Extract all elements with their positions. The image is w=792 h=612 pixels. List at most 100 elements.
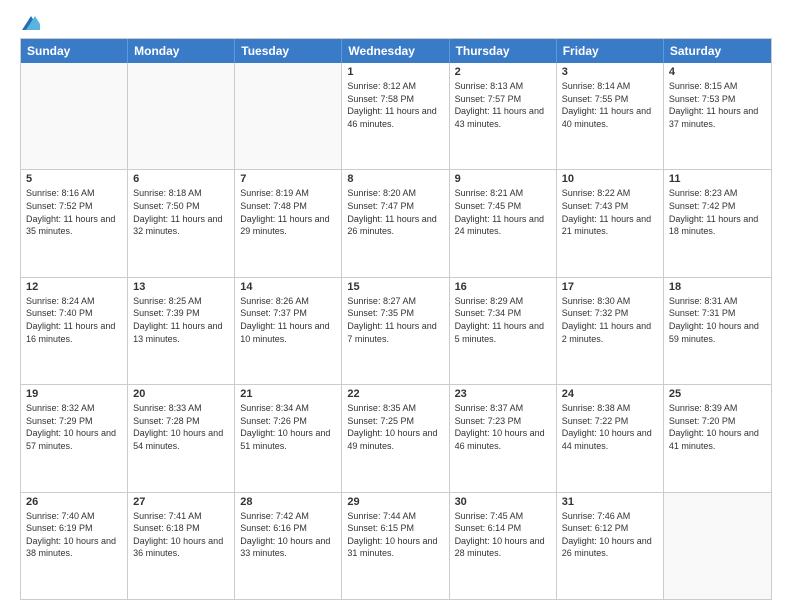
day-info: Sunrise: 7:42 AM Sunset: 6:16 PM Dayligh… [240,510,336,560]
calendar-body: 1Sunrise: 8:12 AM Sunset: 7:58 PM Daylig… [21,63,771,599]
cal-cell-day-18: 18 Sunrise: 8:31 AM Sunset: 7:31 PM Dayli… [664,278,771,384]
cal-cell-day-16: 16 Sunrise: 8:29 AM Sunset: 7:34 PM Dayli… [450,278,557,384]
day-info: Sunrise: 8:15 AM Sunset: 7:53 PM Dayligh… [669,80,766,130]
cal-cell-day-17: 17 Sunrise: 8:30 AM Sunset: 7:32 PM Dayli… [557,278,664,384]
day-info: Sunrise: 8:27 AM Sunset: 7:35 PM Dayligh… [347,295,443,345]
day-info: Sunrise: 8:39 AM Sunset: 7:20 PM Dayligh… [669,402,766,452]
day-number: 8 [347,173,443,185]
day-info: Sunrise: 8:14 AM Sunset: 7:55 PM Dayligh… [562,80,658,130]
cal-cell-day-15: 15 Sunrise: 8:27 AM Sunset: 7:35 PM Dayli… [342,278,449,384]
cal-row-4: 26 Sunrise: 7:40 AM Sunset: 6:19 PM Dayli… [21,492,771,599]
cal-cell-day-8: 8 Sunrise: 8:20 AM Sunset: 7:47 PM Daylig… [342,170,449,276]
day-number: 21 [240,388,336,400]
day-number: 26 [26,496,122,508]
day-number: 20 [133,388,229,400]
cal-cell-day-26: 26 Sunrise: 7:40 AM Sunset: 6:19 PM Dayli… [21,493,128,599]
cal-cell-day-14: 14 Sunrise: 8:26 AM Sunset: 7:37 PM Dayli… [235,278,342,384]
page: SundayMondayTuesdayWednesdayThursdayFrid… [0,0,792,612]
cal-cell-day-1: 1Sunrise: 8:12 AM Sunset: 7:58 PM Daylig… [342,63,449,169]
cal-cell-day-30: 30 Sunrise: 7:45 AM Sunset: 6:14 PM Dayli… [450,493,557,599]
day-number: 17 [562,281,658,293]
day-info: Sunrise: 7:46 AM Sunset: 6:12 PM Dayligh… [562,510,658,560]
day-number: 12 [26,281,122,293]
day-info: Sunrise: 8:19 AM Sunset: 7:48 PM Dayligh… [240,187,336,237]
cal-row-0: 1Sunrise: 8:12 AM Sunset: 7:58 PM Daylig… [21,63,771,169]
cal-header-monday: Monday [128,39,235,63]
cal-cell-day-10: 10 Sunrise: 8:22 AM Sunset: 7:43 PM Dayli… [557,170,664,276]
day-number: 24 [562,388,658,400]
cal-cell-day-9: 9 Sunrise: 8:21 AM Sunset: 7:45 PM Daylig… [450,170,557,276]
cal-header-thursday: Thursday [450,39,557,63]
cal-header-friday: Friday [557,39,664,63]
day-number: 31 [562,496,658,508]
day-info: Sunrise: 7:41 AM Sunset: 6:18 PM Dayligh… [133,510,229,560]
logo [20,16,40,30]
day-info: Sunrise: 8:37 AM Sunset: 7:23 PM Dayligh… [455,402,551,452]
cal-cell-empty [21,63,128,169]
day-info: Sunrise: 8:35 AM Sunset: 7:25 PM Dayligh… [347,402,443,452]
day-info: Sunrise: 8:24 AM Sunset: 7:40 PM Dayligh… [26,295,122,345]
day-info: Sunrise: 8:29 AM Sunset: 7:34 PM Dayligh… [455,295,551,345]
cal-cell-day-31: 31 Sunrise: 7:46 AM Sunset: 6:12 PM Dayli… [557,493,664,599]
cal-cell-day-19: 19 Sunrise: 8:32 AM Sunset: 7:29 PM Dayli… [21,385,128,491]
cal-cell-day-24: 24 Sunrise: 8:38 AM Sunset: 7:22 PM Dayli… [557,385,664,491]
cal-cell-day-21: 21 Sunrise: 8:34 AM Sunset: 7:26 PM Dayli… [235,385,342,491]
day-info: Sunrise: 8:13 AM Sunset: 7:57 PM Dayligh… [455,80,551,130]
cal-cell-day-3: 3 Sunrise: 8:14 AM Sunset: 7:55 PM Daylig… [557,63,664,169]
header [20,16,772,30]
day-info: Sunrise: 8:26 AM Sunset: 7:37 PM Dayligh… [240,295,336,345]
day-info: Sunrise: 8:31 AM Sunset: 7:31 PM Dayligh… [669,295,766,345]
cal-cell-day-5: 5Sunrise: 8:16 AM Sunset: 7:52 PM Daylig… [21,170,128,276]
day-number: 1 [347,66,443,78]
day-info: Sunrise: 7:45 AM Sunset: 6:14 PM Dayligh… [455,510,551,560]
day-number: 19 [26,388,122,400]
cal-cell-day-6: 6 Sunrise: 8:18 AM Sunset: 7:50 PM Daylig… [128,170,235,276]
calendar-header-row: SundayMondayTuesdayWednesdayThursdayFrid… [21,39,771,63]
calendar: SundayMondayTuesdayWednesdayThursdayFrid… [20,38,772,600]
cal-cell-empty [235,63,342,169]
day-number: 7 [240,173,336,185]
day-number: 30 [455,496,551,508]
cal-cell-day-29: 29 Sunrise: 7:44 AM Sunset: 6:15 PM Dayli… [342,493,449,599]
cal-cell-day-23: 23 Sunrise: 8:37 AM Sunset: 7:23 PM Dayli… [450,385,557,491]
day-number: 15 [347,281,443,293]
cal-cell-day-20: 20 Sunrise: 8:33 AM Sunset: 7:28 PM Dayli… [128,385,235,491]
day-info: Sunrise: 8:22 AM Sunset: 7:43 PM Dayligh… [562,187,658,237]
day-number: 28 [240,496,336,508]
cal-row-3: 19 Sunrise: 8:32 AM Sunset: 7:29 PM Dayli… [21,384,771,491]
day-number: 6 [133,173,229,185]
day-number: 18 [669,281,766,293]
day-number: 9 [455,173,551,185]
day-number: 3 [562,66,658,78]
cal-cell-day-28: 28 Sunrise: 7:42 AM Sunset: 6:16 PM Dayli… [235,493,342,599]
day-info: Sunrise: 8:38 AM Sunset: 7:22 PM Dayligh… [562,402,658,452]
day-number: 10 [562,173,658,185]
day-number: 14 [240,281,336,293]
day-info: Sunrise: 7:40 AM Sunset: 6:19 PM Dayligh… [26,510,122,560]
day-number: 22 [347,388,443,400]
day-number: 2 [455,66,551,78]
cal-cell-day-2: 2 Sunrise: 8:13 AM Sunset: 7:57 PM Daylig… [450,63,557,169]
cal-header-saturday: Saturday [664,39,771,63]
day-info: Sunrise: 8:20 AM Sunset: 7:47 PM Dayligh… [347,187,443,237]
day-info: Sunrise: 8:32 AM Sunset: 7:29 PM Dayligh… [26,402,122,452]
cal-header-tuesday: Tuesday [235,39,342,63]
cal-cell-day-12: 12 Sunrise: 8:24 AM Sunset: 7:40 PM Dayli… [21,278,128,384]
day-info: Sunrise: 8:21 AM Sunset: 7:45 PM Dayligh… [455,187,551,237]
day-number: 16 [455,281,551,293]
day-number: 25 [669,388,766,400]
day-info: Sunrise: 8:18 AM Sunset: 7:50 PM Dayligh… [133,187,229,237]
day-info: Sunrise: 8:30 AM Sunset: 7:32 PM Dayligh… [562,295,658,345]
day-info: Sunrise: 8:33 AM Sunset: 7:28 PM Dayligh… [133,402,229,452]
cal-cell-day-11: 11Sunrise: 8:23 AM Sunset: 7:42 PM Dayli… [664,170,771,276]
day-number: 5 [26,173,122,185]
day-info: Sunrise: 7:44 AM Sunset: 6:15 PM Dayligh… [347,510,443,560]
day-number: 11 [669,173,766,185]
cal-cell-empty [664,493,771,599]
day-number: 29 [347,496,443,508]
cal-cell-day-4: 4Sunrise: 8:15 AM Sunset: 7:53 PM Daylig… [664,63,771,169]
day-info: Sunrise: 8:34 AM Sunset: 7:26 PM Dayligh… [240,402,336,452]
day-number: 23 [455,388,551,400]
cal-row-1: 5Sunrise: 8:16 AM Sunset: 7:52 PM Daylig… [21,169,771,276]
cal-row-2: 12 Sunrise: 8:24 AM Sunset: 7:40 PM Dayli… [21,277,771,384]
